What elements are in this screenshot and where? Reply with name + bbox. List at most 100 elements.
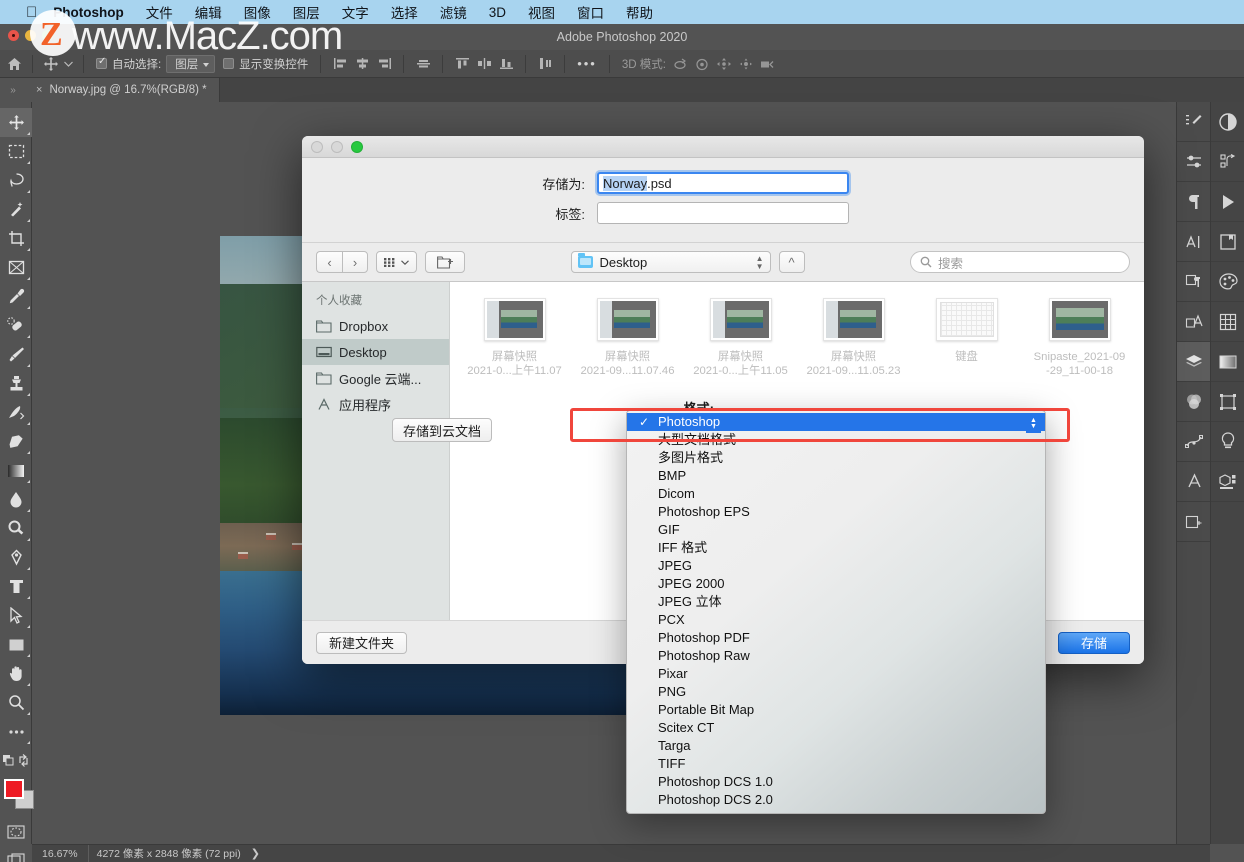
file-item[interactable]: Snipaste_2021-09 -29_11-00-18 bbox=[1023, 298, 1136, 378]
learn-bulb-icon[interactable] bbox=[1211, 422, 1244, 462]
format-option-large-doc[interactable]: 大型文档格式 bbox=[627, 431, 1045, 449]
format-option-jpeg-stereo[interactable]: JPEG 立体 bbox=[627, 593, 1045, 611]
format-option-photoshop[interactable]: ✓ Photoshop ▲ ▼ bbox=[627, 413, 1045, 433]
format-option-tiff[interactable]: TIFF bbox=[627, 755, 1045, 773]
dodge-tool[interactable] bbox=[0, 514, 32, 543]
document-tab[interactable]: × Norway.jpg @ 16.7%(RGB/8) * bbox=[26, 78, 220, 102]
paragraph-icon[interactable] bbox=[1177, 182, 1211, 222]
menu-item-image[interactable]: 图像 bbox=[244, 2, 271, 22]
minimize-button[interactable] bbox=[25, 30, 36, 41]
show-transform-checkbox[interactable] bbox=[223, 58, 235, 69]
lasso-tool[interactable] bbox=[0, 166, 32, 195]
channels-icon[interactable] bbox=[1177, 382, 1211, 422]
maximize-button[interactable] bbox=[42, 30, 53, 41]
menu-item-help[interactable]: 帮助 bbox=[626, 2, 653, 22]
menu-item-type[interactable]: 文字 bbox=[342, 2, 369, 22]
align-right-icon[interactable] bbox=[373, 54, 395, 74]
play-icon[interactable] bbox=[1211, 182, 1244, 222]
pen-tool[interactable] bbox=[0, 543, 32, 572]
screen-mode-button[interactable] bbox=[0, 846, 32, 862]
save-button[interactable]: 存储 bbox=[1057, 631, 1130, 654]
history-icon[interactable] bbox=[1211, 222, 1244, 262]
format-option-bmp[interactable]: BMP bbox=[627, 467, 1045, 485]
rect-marquee-tool[interactable] bbox=[0, 137, 32, 166]
tags-input[interactable] bbox=[597, 202, 849, 224]
format-option-jpeg-2000[interactable]: JPEG 2000 bbox=[627, 575, 1045, 593]
menu-item-3d[interactable]: 3D bbox=[489, 5, 506, 20]
actions-icon[interactable] bbox=[1211, 142, 1244, 182]
format-option-png[interactable]: PNG bbox=[627, 683, 1045, 701]
chevron-left-icon[interactable]: ‹ bbox=[316, 251, 342, 273]
orbit-3d-icon[interactable] bbox=[670, 54, 692, 74]
chevron-right-icon[interactable]: ❯ bbox=[251, 847, 260, 860]
quick-mask-button[interactable] bbox=[0, 817, 32, 846]
distribute-h-icon[interactable] bbox=[473, 54, 495, 74]
move-tool-icon[interactable] bbox=[41, 54, 61, 74]
sidebar-item-applications[interactable]: 应用程序 bbox=[302, 391, 449, 417]
format-option-pixar[interactable]: Pixar bbox=[627, 665, 1045, 683]
format-option-gif[interactable]: GIF bbox=[627, 521, 1045, 539]
distribute-v-icon[interactable] bbox=[534, 54, 556, 74]
brush-tool[interactable] bbox=[0, 340, 32, 369]
roll-3d-icon[interactable] bbox=[692, 54, 714, 74]
file-item[interactable]: 屏幕快照 2021-0...上午11.07 bbox=[458, 298, 571, 378]
zoom-tool[interactable] bbox=[0, 688, 32, 717]
align-top-icon[interactable] bbox=[451, 54, 473, 74]
filename-input[interactable]: Norway .psd bbox=[597, 172, 849, 194]
format-option-scitex-ct[interactable]: Scitex CT bbox=[627, 719, 1045, 737]
format-option-jpeg[interactable]: JPEG bbox=[627, 557, 1045, 575]
format-option-multi-picture[interactable]: 多图片格式 bbox=[627, 449, 1045, 467]
file-item[interactable]: 屏幕快照 2021-09...11.07.46 bbox=[571, 298, 684, 378]
foreground-color-swatch[interactable] bbox=[4, 779, 24, 799]
eyedropper-tool[interactable] bbox=[0, 282, 32, 311]
dialog-maximize-button[interactable] bbox=[351, 140, 363, 153]
character-styles-icon[interactable] bbox=[1177, 302, 1211, 342]
file-item[interactable]: 键盘 bbox=[910, 298, 1023, 378]
align-left-icon[interactable] bbox=[329, 54, 351, 74]
edit-toolbar-button[interactable] bbox=[0, 717, 32, 746]
show-transform-group[interactable]: 显示变换控件 bbox=[219, 56, 312, 72]
format-dropdown-menu[interactable]: ✓ Photoshop ▲ ▼ 大型文档格式 多图片格式 BMP Dicom Ph… bbox=[626, 410, 1046, 814]
align-center-h-icon[interactable] bbox=[351, 54, 373, 74]
menu-app-name[interactable]: Photoshop bbox=[53, 5, 124, 20]
auto-select-group[interactable]: 自动选择: 图层 bbox=[92, 54, 219, 73]
file-item[interactable]: 屏幕快照 2021-09...11.05.23 bbox=[797, 298, 910, 378]
save-to-cloud-button[interactable]: 存储到云文档 bbox=[392, 418, 493, 442]
menu-item-select[interactable]: 选择 bbox=[391, 2, 418, 22]
search-input[interactable]: 搜索 bbox=[910, 251, 1130, 273]
glyphs-icon[interactable] bbox=[1177, 462, 1211, 502]
eraser-tool[interactable] bbox=[0, 427, 32, 456]
new-folder-icon[interactable] bbox=[425, 251, 465, 273]
auto-select-scope-dropdown[interactable]: 图层 bbox=[166, 54, 216, 73]
rectangle-shape-tool[interactable] bbox=[0, 630, 32, 659]
zoom-level[interactable]: 16.67% bbox=[32, 844, 89, 862]
sidebar-item-dropbox[interactable]: Dropbox bbox=[302, 313, 449, 339]
patterns-icon[interactable] bbox=[1211, 302, 1244, 342]
path-popup-button[interactable]: Desktop ▲ ▼ bbox=[570, 251, 771, 273]
align-bottom-icon[interactable] bbox=[495, 54, 517, 74]
dialog-minimize-button[interactable] bbox=[331, 140, 343, 153]
menu-item-edit[interactable]: 编辑 bbox=[195, 2, 222, 22]
expand-panel-button[interactable]: ^ bbox=[778, 251, 805, 273]
properties-icon[interactable] bbox=[1177, 502, 1211, 542]
file-item[interactable]: 屏幕快照 2021-0...上午11.05 bbox=[684, 298, 797, 378]
menu-item-view[interactable]: 视图 bbox=[528, 2, 555, 22]
hand-tool[interactable] bbox=[0, 659, 32, 688]
new-folder-button[interactable]: 新建文件夹 bbox=[316, 631, 408, 654]
type-tool[interactable] bbox=[0, 572, 32, 601]
adjustments-sliders-icon[interactable] bbox=[1177, 142, 1211, 182]
pan-3d-icon[interactable] bbox=[714, 54, 736, 74]
format-option-dcs-1[interactable]: Photoshop DCS 1.0 bbox=[627, 773, 1045, 791]
panel-overflow-icon[interactable]: » bbox=[0, 78, 26, 102]
format-option-photoshop-eps[interactable]: Photoshop EPS bbox=[627, 503, 1045, 521]
gradient-tool[interactable] bbox=[0, 456, 32, 485]
format-option-photoshop-raw[interactable]: Photoshop Raw bbox=[627, 647, 1045, 665]
path-selection-tool[interactable] bbox=[0, 601, 32, 630]
history-brush-tool[interactable] bbox=[0, 398, 32, 427]
healing-brush-tool[interactable] bbox=[0, 311, 32, 340]
up-down-stepper-icon[interactable]: ▲ ▼ bbox=[756, 255, 764, 271]
close-icon[interactable]: × bbox=[36, 84, 42, 96]
clone-stamp-tool[interactable] bbox=[0, 369, 32, 398]
swatches-palette-icon[interactable] bbox=[1211, 262, 1244, 302]
menu-item-filter[interactable]: 滤镜 bbox=[440, 2, 467, 22]
